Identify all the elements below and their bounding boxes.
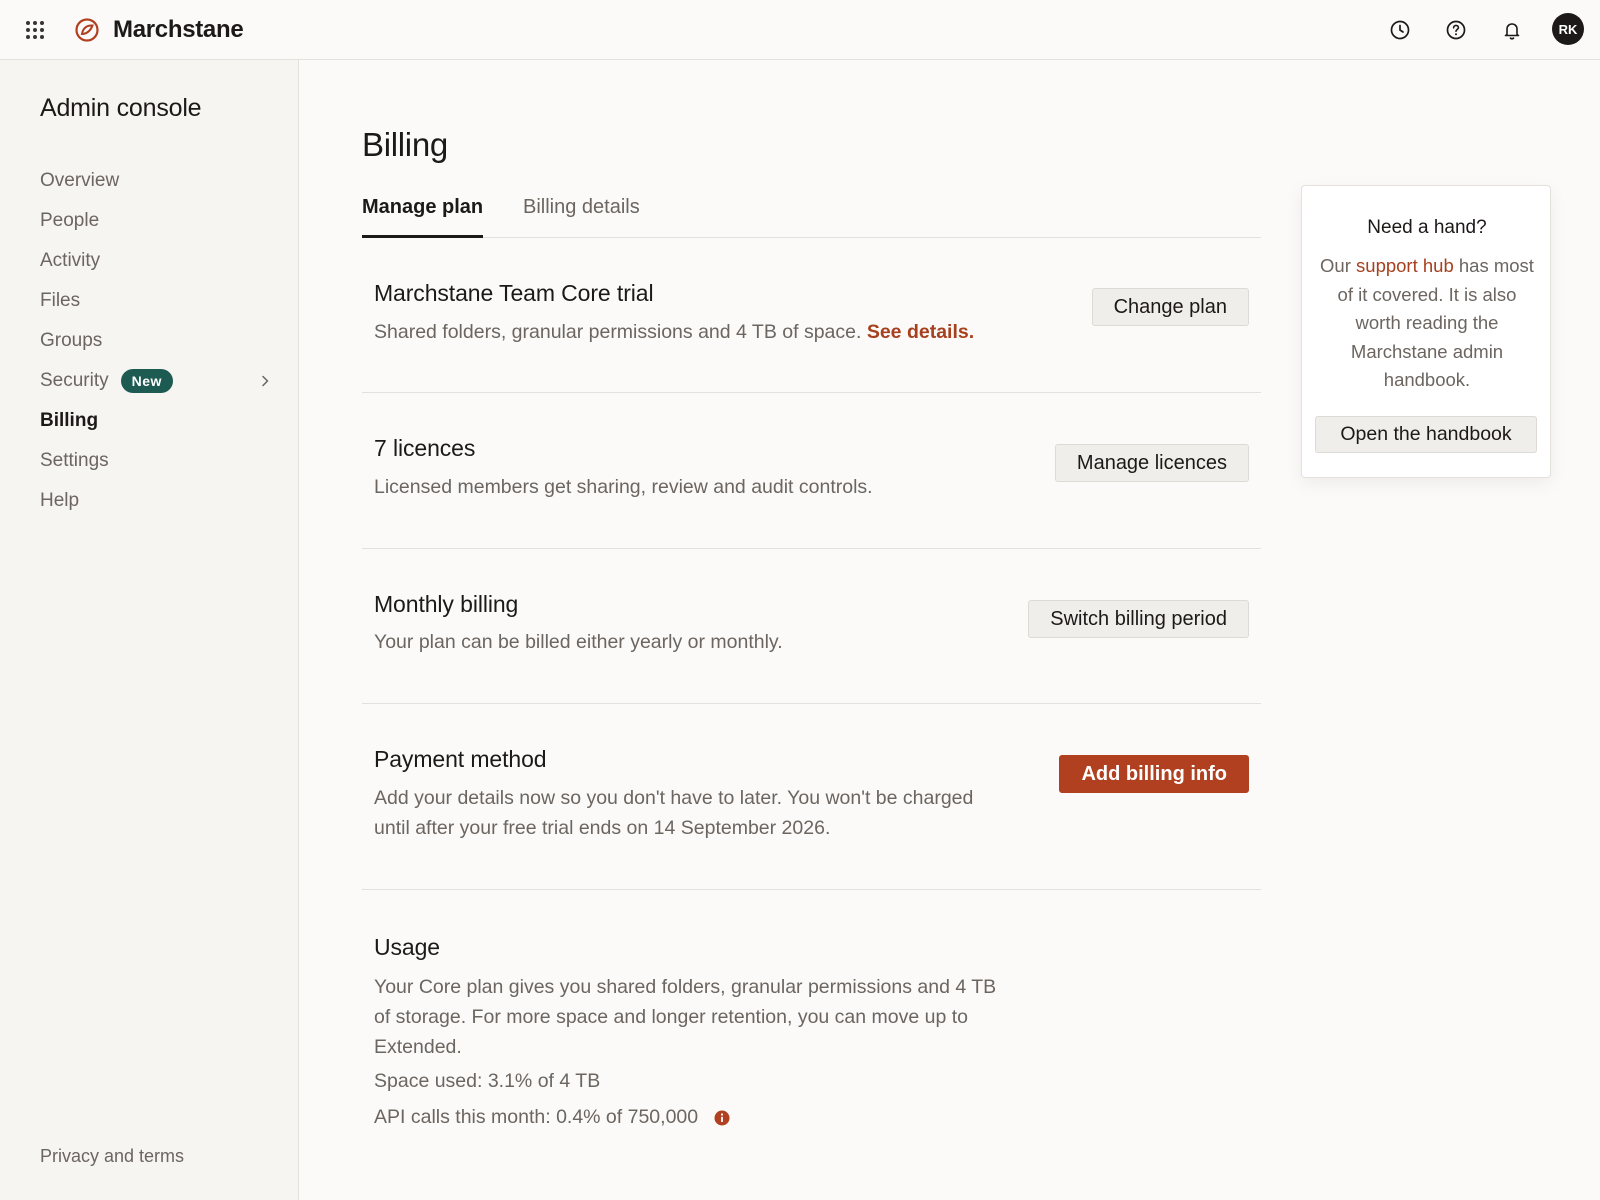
space-used-readout: Space used: 3.1% of 4 TB [374, 1070, 601, 1092]
help-card-title: Need a hand? [1367, 217, 1487, 238]
help-card: Need a hand? Our support hub has most of… [1301, 185, 1551, 478]
privacy-terms-link[interactable]: Privacy and terms [40, 1146, 184, 1167]
usage-description-line: Your Core plan gives you shared folders,… [374, 976, 997, 998]
sidebar-item-activity[interactable]: Activity [40, 246, 280, 276]
payment-description-line: Add your details now so you don't have t… [374, 787, 974, 809]
payment-title: Payment method [374, 746, 547, 772]
switch-billing-period-button[interactable]: Switch billing period [1028, 600, 1249, 638]
marchstane-logo-icon [75, 18, 99, 42]
sidebar: Admin console Overview People Activity F… [0, 60, 299, 1200]
plan-section: Marchstane Team Core trial Shared folder… [362, 238, 1261, 393]
sidebar-item-label: Billing [40, 410, 99, 431]
help-card-text-pre: Our [1320, 255, 1357, 276]
billing-period-section: Monthly billing Your plan can be billed … [362, 549, 1261, 704]
page-title: Billing [362, 126, 448, 163]
sidebar-title: Admin console [40, 94, 202, 122]
brand-name: Marchstane [113, 16, 244, 43]
sidebar-item-groups[interactable]: Groups [40, 326, 280, 356]
plan-description-text: Shared folders, granular permissions and… [374, 321, 862, 343]
top-bar: Marchstane RK [0, 0, 1600, 60]
licences-section: 7 licences Licensed members get sharing,… [362, 393, 1261, 549]
tab-manage-plan[interactable]: Manage plan [362, 196, 484, 238]
sidebar-item-label: Security [40, 370, 109, 391]
sidebar-item-help[interactable]: Help [40, 486, 280, 516]
usage-title: Usage [374, 934, 440, 960]
licences-title: 7 licences [374, 435, 476, 461]
sidebar-item-overview[interactable]: Overview [40, 166, 280, 196]
api-calls-text: API calls this month: 0.4% of 750,000 [374, 1106, 699, 1128]
tab-billing-details[interactable]: Billing details [523, 196, 640, 238]
plan-description: Shared folders, granular permissions and… [374, 317, 974, 347]
licences-description: Licensed members get sharing, review and… [374, 476, 873, 498]
sidebar-item-files[interactable]: Files [40, 286, 280, 316]
usage-description: Your Core plan gives you shared folders,… [374, 972, 996, 1062]
open-handbook-button[interactable]: Open the handbook [1315, 416, 1537, 453]
billing-period-title: Monthly billing [374, 591, 519, 617]
help-icon[interactable] [1444, 18, 1468, 42]
api-calls-readout: API calls this month: 0.4% of 750,000 [374, 1102, 730, 1132]
help-card-text: Our support hub has most of it covered. … [1316, 252, 1538, 395]
usage-description-line: of storage. For more space and longer re… [374, 1006, 969, 1028]
info-icon[interactable] [714, 1110, 730, 1126]
sidebar-item-label: Files [40, 290, 81, 311]
sidebar-item-billing[interactable]: Billing [40, 406, 280, 436]
payment-description-line: until after your free trial ends on 14 S… [374, 817, 831, 839]
sidebar-item-settings[interactable]: Settings [40, 446, 280, 476]
manage-licences-button[interactable]: Manage licences [1054, 444, 1249, 482]
user-avatar[interactable]: RK [1552, 13, 1584, 45]
sidebar-item-label: Overview [40, 170, 120, 191]
sidebar-item-label: People [40, 210, 100, 231]
see-details-link[interactable]: See details. [867, 321, 974, 343]
sidebar-item-security[interactable]: Security New [40, 366, 280, 396]
add-billing-info-button[interactable]: Add billing info [1059, 755, 1249, 793]
billing-period-description: Your plan can be billed either yearly or… [374, 631, 783, 653]
usage-description-line: Extended. [374, 1036, 462, 1058]
payment-description: Add your details now so you don't have t… [374, 783, 973, 843]
sidebar-item-label: Settings [40, 450, 109, 471]
usage-section: Usage Your Core plan gives you shared fo… [362, 890, 1261, 1140]
tab-bar: Manage plan Billing details [362, 190, 1261, 238]
sidebar-item-label: Activity [40, 250, 101, 271]
bell-icon[interactable] [1500, 18, 1524, 42]
chevron-right-icon [262, 375, 269, 387]
sidebar-item-people[interactable]: People [40, 206, 280, 236]
support-hub-link[interactable]: support hub [1356, 255, 1454, 276]
clock-icon[interactable] [1388, 18, 1412, 42]
plan-title: Marchstane Team Core trial [374, 280, 654, 306]
sidebar-item-label: Groups [40, 330, 103, 351]
new-badge: New [120, 369, 173, 393]
change-plan-button[interactable]: Change plan [1091, 288, 1249, 326]
sidebar-item-label: Help [40, 490, 80, 511]
apps-grid-icon[interactable] [26, 21, 44, 39]
payment-section: Payment method Add your details now so y… [362, 704, 1261, 890]
